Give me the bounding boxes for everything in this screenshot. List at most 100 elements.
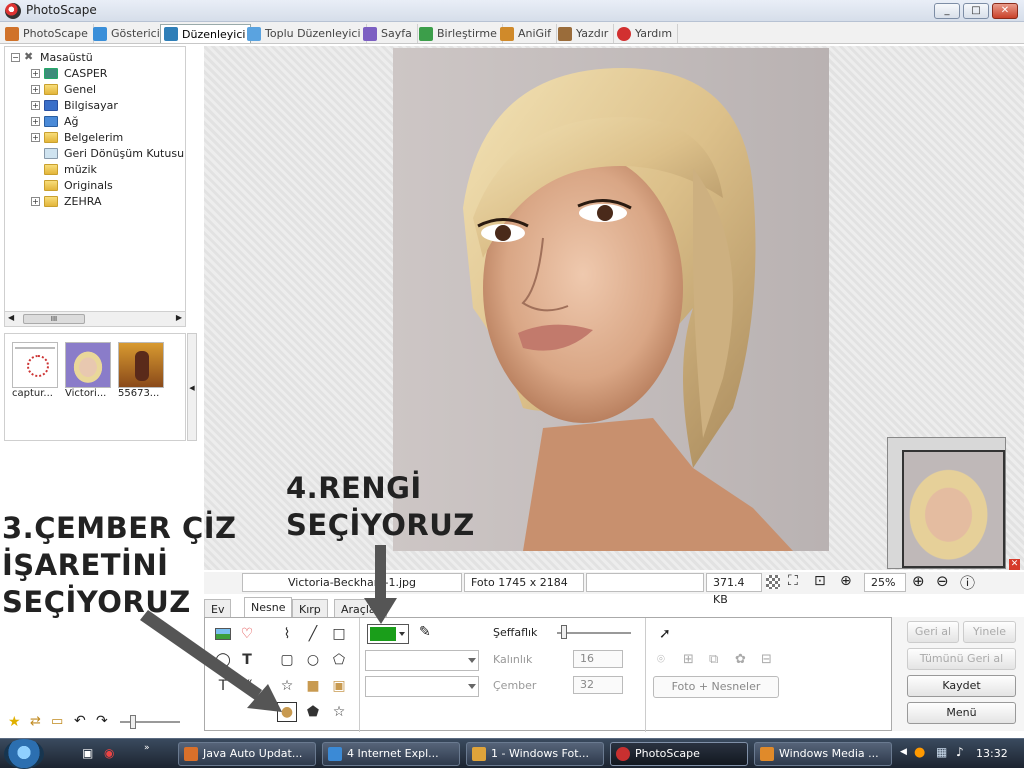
tab-batch-editor[interactable]: Toplu Düzenleyici xyxy=(244,24,367,43)
transparency-slider[interactable] xyxy=(557,632,631,634)
object-icon-3[interactable]: ⧉ xyxy=(709,652,718,667)
expand-icon[interactable]: + xyxy=(31,68,40,78)
tree-item[interactable]: + ZEHRA xyxy=(31,193,101,209)
tree-item[interactable]: müzik xyxy=(31,161,97,177)
quick-launch-icon[interactable]: ▣ xyxy=(82,746,93,760)
tree-root[interactable]: − ✖ Masaüstü xyxy=(11,49,93,65)
back-arrow-icon[interactable]: ↶ xyxy=(74,713,86,729)
minimize-button[interactable]: _ xyxy=(934,3,960,19)
menu-button[interactable]: Menü xyxy=(907,702,1016,724)
filled-rect-tool-icon[interactable]: ■ xyxy=(303,676,323,696)
speech-balloon-icon[interactable]: ◯ xyxy=(213,650,233,670)
tab-crop[interactable]: Kırp xyxy=(292,599,328,619)
save-button[interactable]: Kaydet xyxy=(907,675,1016,697)
overflow-icon[interactable]: » xyxy=(144,743,150,753)
tab-combine[interactable]: Birleştirme xyxy=(416,24,503,43)
filled-star-tool-icon[interactable]: ☆ xyxy=(329,702,349,722)
taskbar-item-photoscape[interactable]: PhotoScape xyxy=(610,742,748,766)
tab-help[interactable]: Yardım xyxy=(614,24,679,43)
object-icon-5[interactable]: ⊟ xyxy=(761,652,772,667)
expand-icon[interactable]: + xyxy=(31,100,40,110)
rectangle-tool-icon[interactable]: □ xyxy=(329,624,349,644)
volume-icon[interactable]: ♪ xyxy=(956,745,964,759)
tray-app-icon[interactable]: ● xyxy=(914,745,925,760)
thumbnail-size-slider[interactable] xyxy=(120,721,180,723)
redo-button[interactable]: Yinele xyxy=(963,621,1016,643)
maximize-button[interactable]: □ xyxy=(963,3,989,19)
open-folder-icon[interactable]: ▭ xyxy=(51,714,63,729)
select-cursor-icon[interactable]: ➚ xyxy=(659,626,671,642)
taskbar-item-ie[interactable]: 4 Internet Expl... xyxy=(322,742,460,766)
tree-item[interactable]: + Genel xyxy=(31,81,96,97)
taskbar-item-java[interactable]: Java Auto Updat... xyxy=(178,742,316,766)
zoom-in-icon[interactable]: ⊕ xyxy=(912,572,925,590)
navigator-preview[interactable] xyxy=(887,437,1006,569)
tab-page[interactable]: Sayfa xyxy=(360,24,418,43)
forward-arrow-icon[interactable]: ↷ xyxy=(96,713,108,729)
text-tool-icon[interactable]: T xyxy=(237,650,257,670)
photo-objects-button[interactable]: Foto + Nesneler xyxy=(653,676,779,698)
tree-item[interactable]: + CASPER xyxy=(31,65,107,81)
pentagon-tool-icon[interactable]: ⬠ xyxy=(329,650,349,670)
transparency-grid-icon[interactable] xyxy=(766,575,780,589)
tab-tools[interactable]: Araçlar xyxy=(334,599,388,619)
curve-tool-icon[interactable]: ⌇ xyxy=(277,624,297,644)
zoom-fit-icon[interactable]: ⊕ xyxy=(840,573,852,589)
filled-circle-tool-icon[interactable]: ● xyxy=(277,702,297,722)
object-icon-4[interactable]: ✿ xyxy=(735,652,746,667)
expand-icon[interactable]: + xyxy=(31,116,40,126)
expand-icon[interactable]: + xyxy=(31,196,40,206)
fit-screen-icon[interactable]: ⛶ xyxy=(788,573,798,589)
object-icon-1[interactable]: ⌾ xyxy=(657,652,665,667)
color-picker[interactable] xyxy=(367,624,409,644)
tab-editor[interactable]: Düzenleyici xyxy=(160,24,252,43)
thickness-spinner[interactable]: 16 xyxy=(573,650,623,668)
rounded-rect-tool-icon[interactable]: ▢ xyxy=(277,650,297,670)
scroll-right-icon[interactable]: ▶ xyxy=(176,313,182,322)
line-style-dropdown[interactable] xyxy=(365,650,479,671)
tree-item[interactable]: + Bilgisayar xyxy=(31,97,118,113)
tab-object[interactable]: Nesne xyxy=(244,597,293,619)
chrome-icon[interactable]: ◉ xyxy=(104,746,114,760)
expand-icon[interactable]: + xyxy=(31,84,40,94)
panel-collapse-handle[interactable]: ◀ xyxy=(187,333,197,441)
tree-item[interactable]: + Ağ xyxy=(31,113,79,129)
tab-anigif[interactable]: AniGif xyxy=(497,24,558,43)
transparency-slider-handle[interactable] xyxy=(561,625,567,639)
object-icon-2[interactable]: ⊞ xyxy=(683,652,694,667)
network-tray-icon[interactable]: ▦ xyxy=(936,745,947,759)
tree-item[interactable]: Originals xyxy=(31,177,113,193)
thumbnail-item[interactable]: 55673... xyxy=(118,342,168,399)
line-end-dropdown[interactable] xyxy=(365,676,479,697)
tree-horizontal-scrollbar[interactable]: ◀ III ▶ xyxy=(4,311,186,327)
insert-photo-icon[interactable] xyxy=(213,624,233,644)
insert-icon-icon[interactable]: ♡ xyxy=(237,624,257,644)
star-tool-icon[interactable]: ☆ xyxy=(277,676,297,696)
expand-icon[interactable]: + xyxy=(31,132,40,142)
tree-item[interactable]: Geri Dönüşüm Kutusu xyxy=(31,145,184,161)
filled-rounded-rect-tool-icon[interactable]: ▣ xyxy=(329,676,349,696)
tab-photoscape[interactable]: PhotoScape xyxy=(2,24,94,43)
scroll-left-icon[interactable]: ◀ xyxy=(8,313,14,322)
info-icon[interactable]: ⓘ xyxy=(960,572,975,593)
thumbnail-item[interactable]: captur... xyxy=(12,342,62,399)
circle-spinner[interactable]: 32 xyxy=(573,676,623,694)
circle-tool-icon[interactable]: ○ xyxy=(303,650,323,670)
start-button[interactable] xyxy=(4,739,44,769)
close-navigator-icon[interactable]: ✕ xyxy=(1009,559,1020,570)
slider-handle[interactable] xyxy=(130,715,136,729)
scrollbar-thumb[interactable]: III xyxy=(23,314,85,324)
tray-expand-icon[interactable]: ◀ xyxy=(900,747,907,757)
tab-viewer[interactable]: Gösterici xyxy=(90,24,166,43)
line-tool-icon[interactable]: ╱ xyxy=(303,624,323,644)
thumbnail-item[interactable]: Victori... xyxy=(65,342,115,399)
tab-print[interactable]: Yazdır xyxy=(555,24,615,43)
text-label-icon[interactable]: T xyxy=(213,676,233,696)
tree-item[interactable]: + Belgelerim xyxy=(31,129,123,145)
zoom-out-icon[interactable]: ⊖ xyxy=(936,572,949,590)
eyedropper-icon[interactable]: ✎ xyxy=(419,624,431,640)
close-button[interactable]: ✕ xyxy=(992,3,1018,19)
taskbar-item-media-player[interactable]: Windows Media ... xyxy=(754,742,892,766)
actual-size-icon[interactable]: ⊡ xyxy=(814,573,826,589)
undo-button[interactable]: Geri al xyxy=(907,621,959,643)
